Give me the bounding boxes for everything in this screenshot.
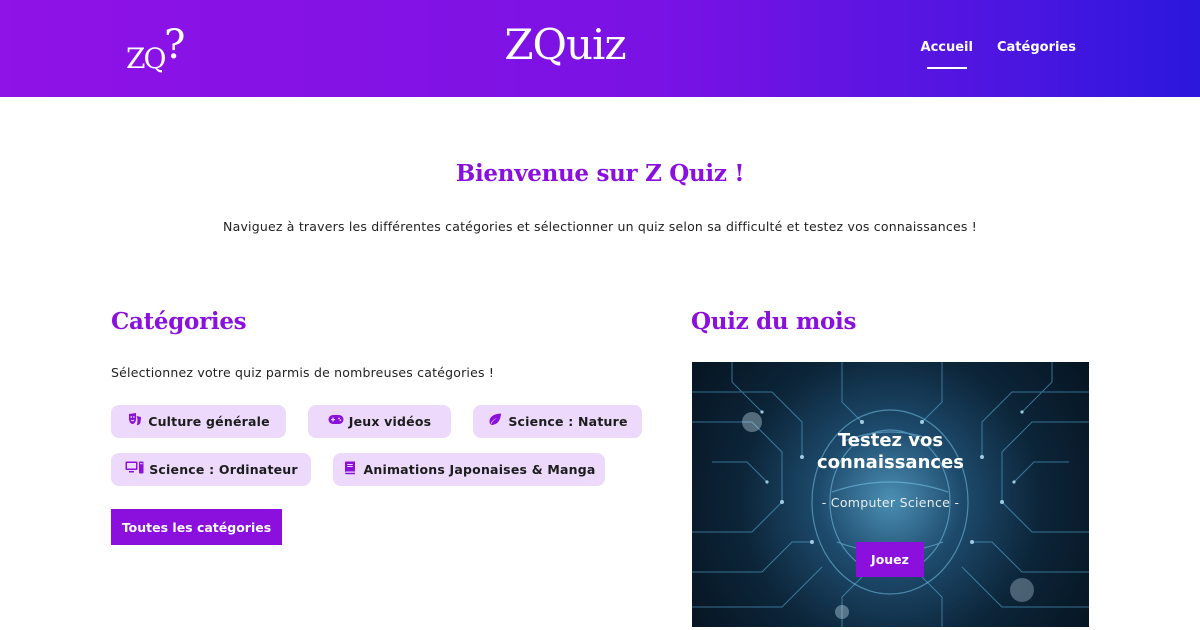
intro-text: Naviguez à travers les différentes catég…	[223, 219, 977, 234]
category-chip-science-ordinateur[interactable]: Science : Ordinateur	[111, 453, 311, 486]
quiz-of-month-heading: Testez vos connaissances	[692, 430, 1089, 474]
site-header: ZQ ? ZQuiz Accueil Catégories	[0, 0, 1200, 97]
leaf-icon	[487, 413, 503, 430]
book-icon	[342, 461, 358, 479]
gamepad-icon	[328, 414, 344, 429]
chip-label: Animations Japonaises & Manga	[363, 462, 596, 477]
categories-title: Catégories	[111, 308, 247, 335]
nav-link-categories[interactable]: Catégories	[997, 40, 1076, 61]
categories-description: Sélectionnez votre quiz parmis de nombre…	[111, 365, 495, 380]
all-categories-button[interactable]: Toutes les catégories	[111, 509, 282, 545]
category-chip-jeux-videos[interactable]: Jeux vidéos	[308, 405, 451, 438]
computer-icon	[124, 461, 144, 478]
heading-line-2: connaissances	[817, 452, 964, 473]
quiz-of-month-title: Quiz du mois	[691, 308, 857, 335]
page-title: Bienvenue sur Z Quiz !	[455, 160, 745, 187]
heading-line-1: Testez vos	[837, 430, 944, 451]
main-nav: Accueil Catégories	[921, 40, 1076, 69]
theater-masks-icon	[127, 413, 143, 430]
category-chip-science-nature[interactable]: Science : Nature	[473, 405, 642, 438]
chip-label: Jeux vidéos	[348, 414, 432, 429]
chip-label: Science : Ordinateur	[149, 462, 298, 477]
chip-label: Culture générale	[148, 414, 270, 429]
chip-label: Science : Nature	[508, 414, 628, 429]
category-chip-culture-generale[interactable]: Culture générale	[111, 405, 286, 438]
play-button[interactable]: Jouez	[856, 542, 924, 577]
category-chip-animations-japonaises-manga[interactable]: Animations Japonaises & Manga	[333, 453, 605, 486]
quiz-of-month-subtitle: - Computer Science -	[821, 495, 960, 510]
nav-link-accueil[interactable]: Accueil	[921, 40, 973, 69]
quiz-of-month-card[interactable]: Testez vos connaissances - Computer Scie…	[692, 362, 1089, 627]
